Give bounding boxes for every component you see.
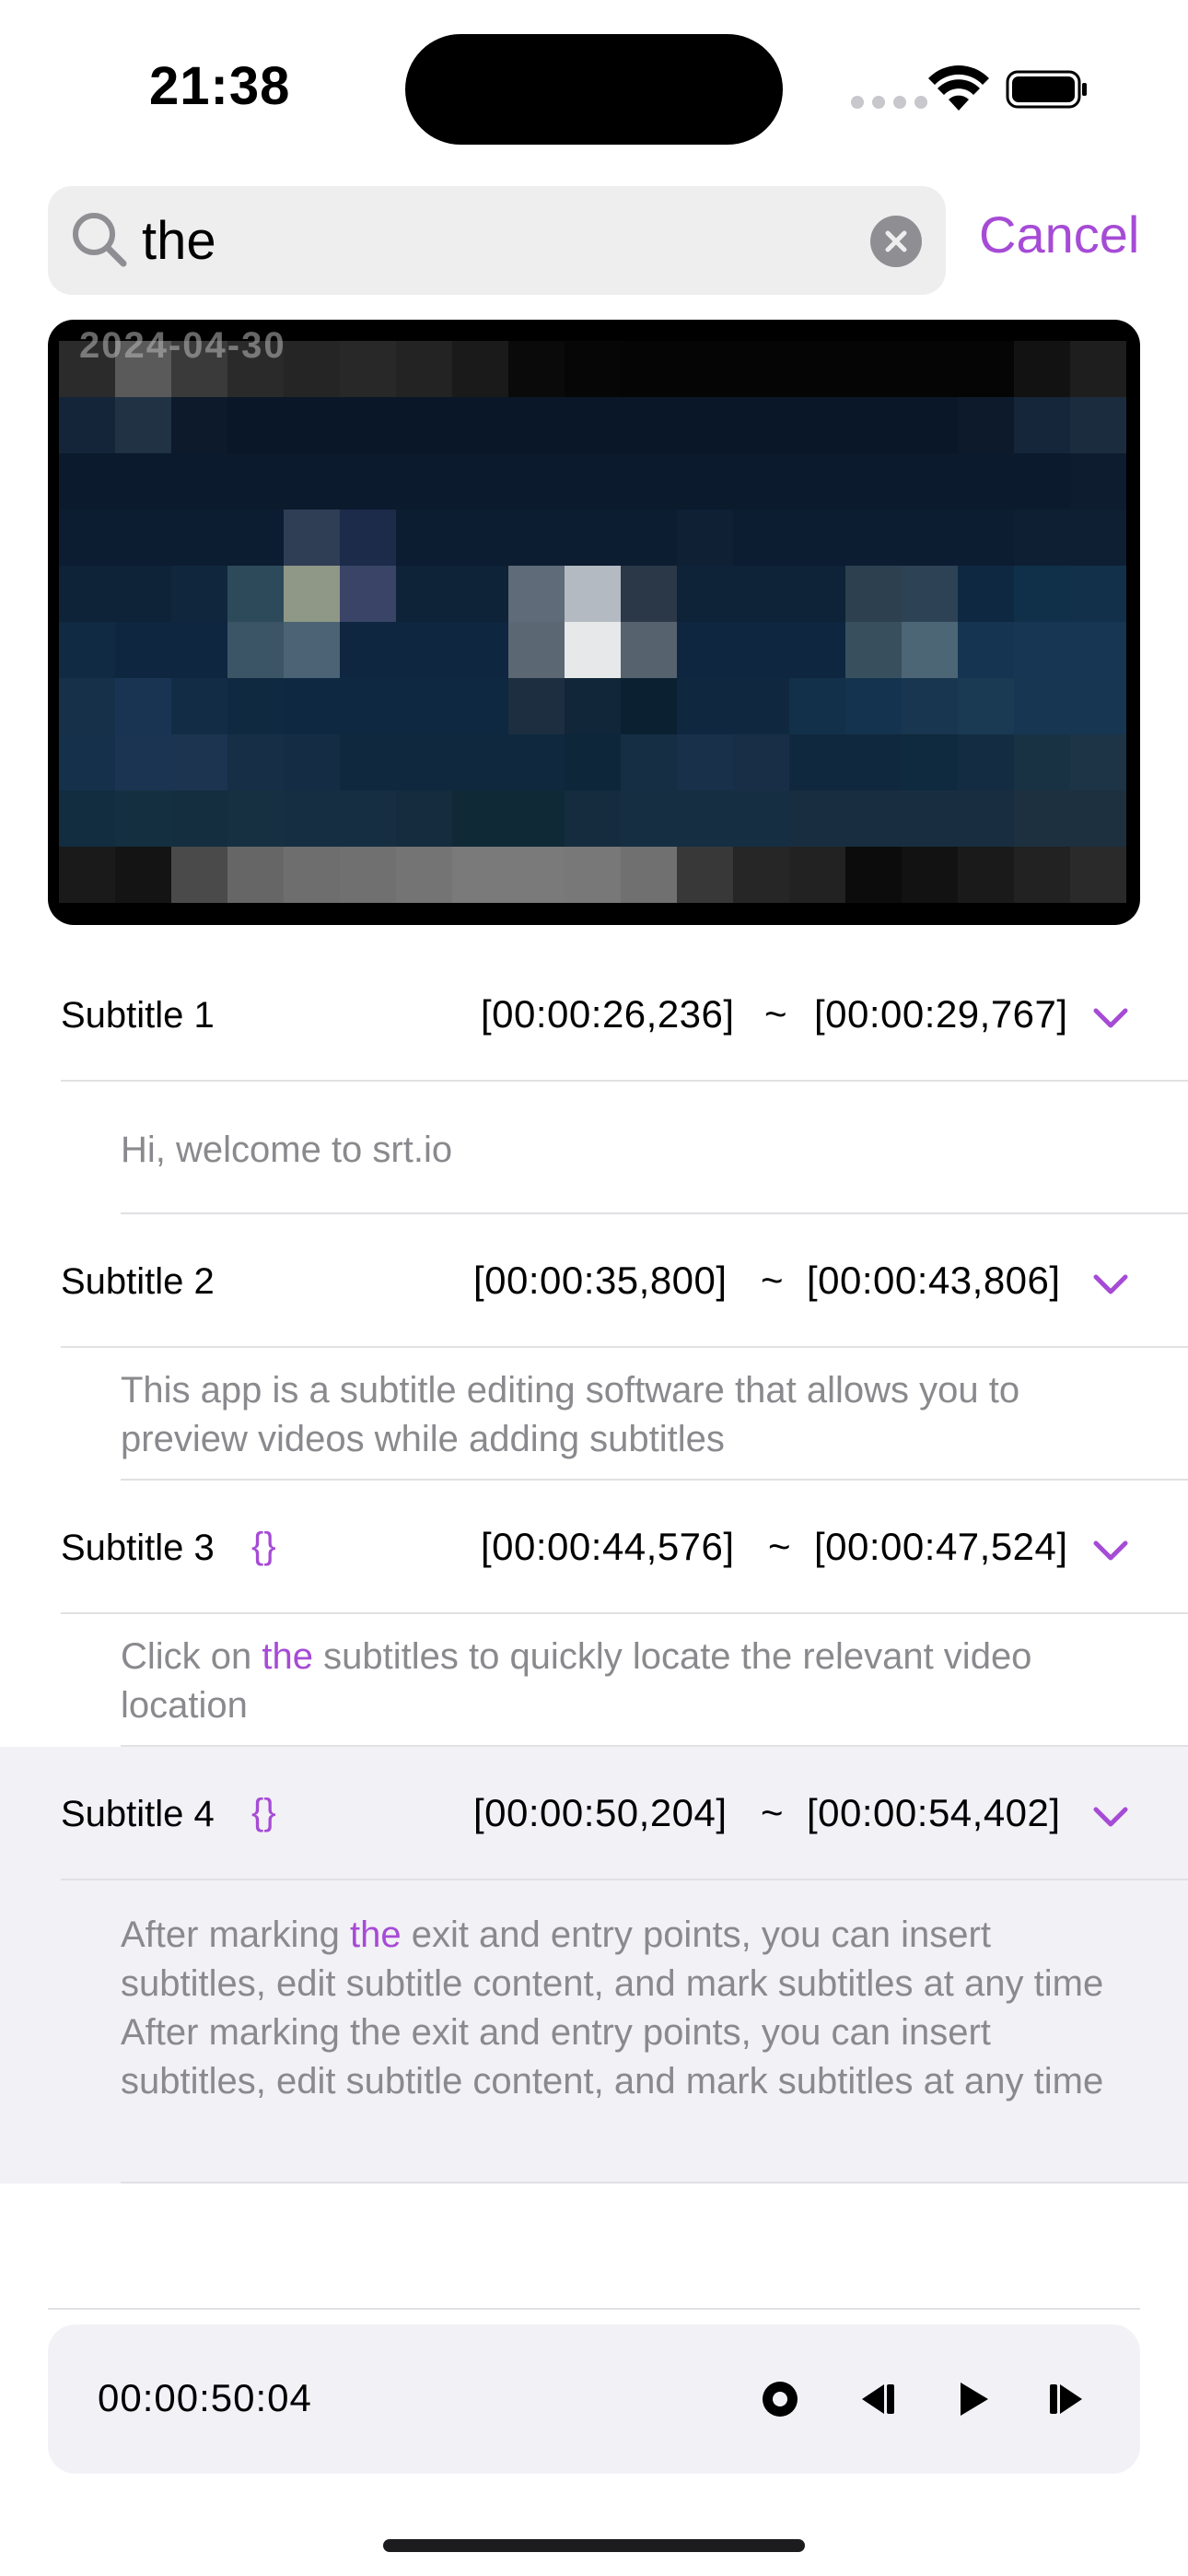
time-separator: ~ xyxy=(761,1259,784,1302)
subtitle-end-time: [00:00:43,806] xyxy=(807,1259,1061,1302)
video-frame-pixels xyxy=(59,341,1126,903)
search-icon xyxy=(73,213,127,267)
time-separator: ~ xyxy=(764,992,787,1036)
divider xyxy=(121,1745,1188,1747)
time-separator: ~ xyxy=(761,1791,784,1834)
subtitle-text[interactable]: Hi, welcome to srt.io xyxy=(121,1126,1115,1175)
video-preview[interactable]: 2024-04-30 xyxy=(48,320,1140,925)
subtitle-start-time: [00:00:35,800] xyxy=(473,1259,728,1302)
wifi-icon xyxy=(928,65,989,111)
divider xyxy=(48,2308,1140,2310)
dynamic-island xyxy=(405,34,783,145)
divider xyxy=(61,1346,1188,1348)
subtitle-start-time: [00:00:44,576] xyxy=(481,1525,735,1568)
brace-icon[interactable]: {} xyxy=(251,1792,276,1833)
subtitle-title: Subtitle 2 xyxy=(61,1261,215,1302)
cellular-signal-icon xyxy=(851,96,927,109)
step-backward-icon[interactable] xyxy=(844,2366,910,2432)
divider xyxy=(121,1212,1188,1214)
search-input[interactable] xyxy=(142,206,879,275)
chevron-down-icon[interactable] xyxy=(1092,1272,1129,1296)
play-icon[interactable] xyxy=(938,2366,1005,2432)
chevron-down-icon[interactable] xyxy=(1092,1006,1129,1030)
cancel-button[interactable]: Cancel xyxy=(979,205,1139,264)
battery-icon xyxy=(1006,70,1087,109)
divider xyxy=(61,1080,1188,1082)
subtitle-title: Subtitle 3 xyxy=(61,1528,215,1568)
subtitle-end-time: [00:00:29,767] xyxy=(814,992,1068,1036)
subtitle-end-time: [00:00:54,402] xyxy=(807,1791,1061,1834)
subtitle-title: Subtitle 4 xyxy=(61,1794,215,1834)
playback-timecode: 00:00:50:04 xyxy=(98,2376,312,2419)
divider xyxy=(61,1612,1188,1614)
brace-icon[interactable]: {} xyxy=(251,1526,276,1567)
subtitle-start-time: [00:00:50,204] xyxy=(473,1791,728,1834)
subtitle-text[interactable]: After marking the exit and entry points,… xyxy=(121,1911,1115,2106)
search-match-highlight: the xyxy=(262,1636,313,1677)
subtitle-text[interactable]: This app is a subtitle editing software … xyxy=(121,1366,1115,1464)
search-match-highlight: the xyxy=(349,1914,402,1955)
divider xyxy=(121,1479,1188,1481)
text-segment: Click on xyxy=(121,1636,262,1677)
status-time: 21:38 xyxy=(149,56,291,116)
record-icon[interactable] xyxy=(747,2366,813,2432)
text-segment: After marking xyxy=(121,1914,350,1955)
subtitle-end-time: [00:00:47,524] xyxy=(814,1525,1068,1568)
divider xyxy=(61,1879,1188,1880)
step-forward-icon[interactable] xyxy=(1034,2366,1101,2432)
video-overlay-text: 2024-04-30 xyxy=(79,325,286,366)
playback-panel: 00:00:50:04 xyxy=(48,2324,1140,2474)
home-indicator xyxy=(383,2539,805,2552)
subtitle-title: Subtitle 1 xyxy=(61,995,215,1036)
subtitle-text[interactable]: Click on the subtitles to quickly locate… xyxy=(121,1633,1060,1730)
clear-icon[interactable] xyxy=(870,216,922,267)
chevron-down-icon[interactable] xyxy=(1092,1805,1129,1829)
divider xyxy=(121,2182,1188,2184)
search-bar[interactable] xyxy=(48,186,946,295)
time-separator: ~ xyxy=(768,1525,791,1568)
subtitle-start-time: [00:00:26,236] xyxy=(481,992,735,1036)
chevron-down-icon[interactable] xyxy=(1092,1539,1129,1563)
